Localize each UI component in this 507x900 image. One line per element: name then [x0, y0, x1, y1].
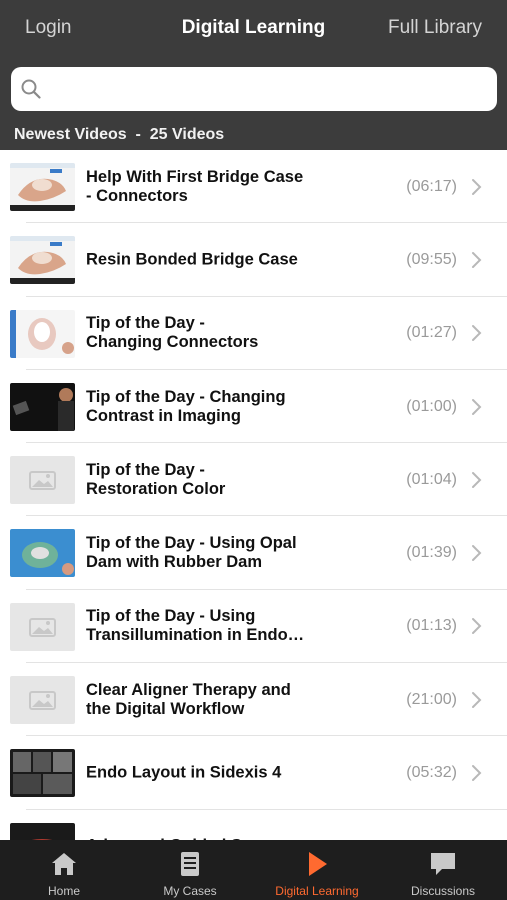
video-list-item[interactable]: Tip of the Day - Using Opal Dam with Rub…: [0, 516, 507, 591]
tab-digital-learning[interactable]: Digital Learning: [254, 840, 380, 900]
tab-my-cases[interactable]: My Cases: [127, 840, 253, 900]
video-list-item[interactable]: Tip of the Day - Changing Connectors (01:…: [0, 296, 507, 371]
chevron-right-icon: [472, 178, 482, 195]
search-icon: [21, 79, 41, 99]
search-input[interactable]: [51, 73, 481, 105]
bottom-tab-bar: Home My Cases Digital Learning Discussions: [0, 840, 507, 900]
video-title: Resin Bonded Bridge Case: [86, 250, 298, 269]
chevron-right-icon: [472, 691, 482, 708]
video-thumbnail: [10, 309, 75, 358]
video-list-item[interactable]: Endo Layout in Sidexis 4 (05:32): [0, 736, 507, 810]
search-area: Newest Videos - 25 Videos: [0, 56, 507, 150]
chevron-right-icon: [472, 471, 482, 488]
chat-icon: [431, 853, 455, 875]
tab-label: Discussions: [410, 884, 476, 898]
chevron-right-icon: [472, 398, 482, 415]
video-thumbnail: [10, 163, 75, 211]
video-list-item[interactable]: Resin Bonded Bridge Case (09:55): [0, 223, 507, 297]
video-title: Tip of the Day - Changing Contrast in Im…: [86, 387, 286, 425]
tab-label: Digital Learning: [275, 884, 359, 898]
video-thumbnail: [10, 529, 75, 578]
home-icon: [52, 853, 76, 875]
video-title: Help With First Bridge Case - Connectors: [86, 167, 304, 205]
play-icon: [309, 852, 327, 876]
video-title: Tip of the Day - Using Opal Dam with Rub…: [86, 534, 297, 572]
video-duration: (01:39): [406, 544, 457, 562]
video-thumbnail: [10, 382, 75, 431]
video-duration: (06:17): [406, 177, 457, 195]
video-duration: (21:00): [406, 690, 457, 708]
section-title: Newest Videos - 25 Videos: [14, 126, 225, 143]
video-duration: (09:55): [406, 250, 457, 268]
video-list-item[interactable]: Tip of the Day - Using Transillumination…: [0, 589, 507, 664]
video-duration: (01:13): [406, 617, 457, 635]
video-thumbnail: [10, 822, 75, 840]
video-duration: (05:32): [406, 764, 457, 782]
chevron-right-icon: [472, 251, 482, 268]
chevron-right-icon: [472, 545, 482, 562]
video-duration: (01:00): [406, 397, 457, 415]
image-placeholder-icon: [10, 676, 75, 725]
chevron-right-icon: [472, 765, 482, 782]
video-list-item[interactable]: Tip of the Day - Restoration Color (01:04…: [0, 443, 507, 517]
video-duration: (01:04): [406, 470, 457, 488]
tab-home[interactable]: Home: [1, 840, 127, 900]
tab-label: My Cases: [163, 884, 217, 898]
video-thumbnail: [10, 749, 75, 798]
tab-discussions[interactable]: Discussions: [380, 840, 506, 900]
full-library-button[interactable]: Full Library: [388, 0, 482, 56]
video-list-item[interactable]: Help With First Bridge Case - Connectors…: [0, 150, 507, 224]
video-title: Tip of the Day - Changing Connectors: [86, 314, 259, 352]
image-placeholder-icon: [10, 602, 75, 651]
video-list-item[interactable]: Advanced Guided Surgery: [0, 809, 507, 840]
chevron-right-icon: [472, 325, 482, 342]
video-thumbnail: [10, 236, 75, 285]
video-title: Clear Aligner Therapy and the Digital Wo…: [86, 680, 291, 718]
video-title: Endo Layout in Sidexis 4: [86, 763, 282, 782]
tab-label: Home: [47, 884, 80, 898]
video-list-item[interactable]: Clear Aligner Therapy and the Digital Wo…: [0, 663, 507, 737]
chevron-right-icon: [472, 618, 482, 635]
video-title: Tip of the Day - Using Transillumination…: [86, 607, 305, 645]
video-list-item[interactable]: Tip of the Day - Changing Contrast in Im…: [0, 369, 507, 444]
image-placeholder-icon: [10, 456, 75, 505]
video-duration: (01:27): [406, 324, 457, 342]
search-box[interactable]: [11, 67, 497, 111]
top-navigation-bar: Login Digital Learning Full Library: [0, 0, 507, 56]
book-icon: [181, 852, 199, 876]
video-title: Tip of the Day - Restoration Color: [86, 460, 226, 498]
video-list[interactable]: Help With First Bridge Case - Connectors…: [0, 150, 507, 840]
